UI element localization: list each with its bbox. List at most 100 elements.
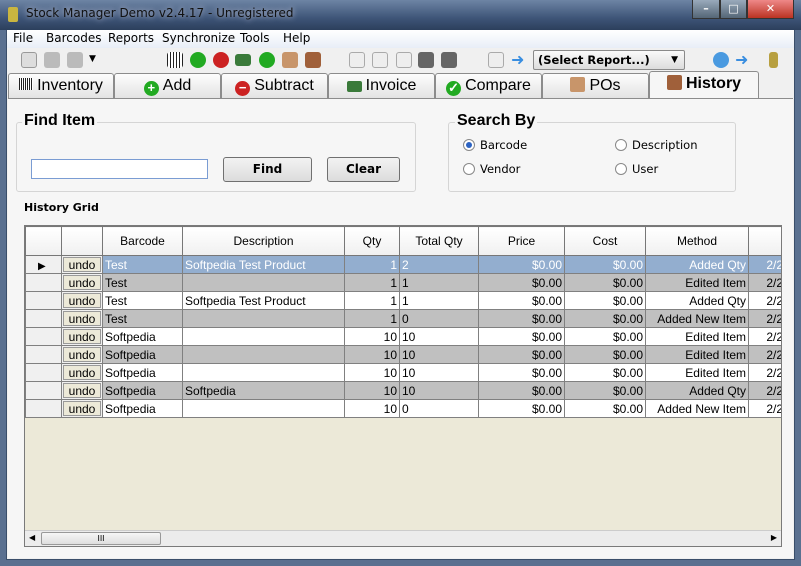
- table-row[interactable]: undo Softpedia Softpedia 10 10 $0.00 $0.00 Adde…: [25, 381, 781, 400]
- cell-date[interactable]: 2/2: [748, 345, 781, 364]
- tab-add[interactable]: + Add: [114, 73, 221, 98]
- radio-user[interactable]: User: [615, 162, 658, 176]
- tab-inventory[interactable]: Inventory: [8, 73, 114, 98]
- cell-total[interactable]: 2: [399, 255, 479, 274]
- cell-description[interactable]: Softpedia Test Product: [182, 291, 345, 310]
- cell-barcode[interactable]: Softpedia: [102, 381, 183, 400]
- cell-cost[interactable]: $0.00: [564, 363, 646, 382]
- table-row[interactable]: undo Test 1 0 $0.00 $0.00 Added New Item 2/2: [25, 309, 781, 328]
- cell-price[interactable]: $0.00: [478, 345, 565, 364]
- column-header[interactable]: Cost: [564, 226, 646, 256]
- column-header[interactable]: Total Qty: [399, 226, 479, 256]
- cell-qty[interactable]: 1: [344, 309, 400, 328]
- cell-method[interactable]: Edited Item: [645, 345, 749, 364]
- cell-barcode[interactable]: Test: [102, 291, 183, 310]
- device-icon[interactable]: [769, 52, 778, 68]
- cell-cost[interactable]: $0.00: [564, 381, 646, 400]
- cell-price[interactable]: $0.00: [478, 327, 565, 346]
- table-row[interactable]: undo Test Softpedia Test Product 1 1 $0.00 $0.…: [25, 291, 781, 310]
- cell-cost[interactable]: $0.00: [564, 309, 646, 328]
- undo-button[interactable]: undo: [63, 293, 101, 308]
- cell-barcode[interactable]: Softpedia: [102, 399, 183, 418]
- column-header[interactable]: [748, 226, 781, 256]
- cell-total[interactable]: 1: [399, 291, 479, 310]
- database-export-icon[interactable]: [67, 52, 83, 68]
- cell-qty[interactable]: 1: [344, 273, 400, 292]
- table-row[interactable]: undo Test 1 1 $0.00 $0.00 Edited Item 2/2: [25, 273, 781, 292]
- cell-qty[interactable]: 1: [344, 255, 400, 274]
- find-item-input[interactable]: [31, 159, 208, 179]
- cascade-icon[interactable]: [372, 52, 388, 68]
- menu-reports[interactable]: Reports: [108, 31, 154, 45]
- undo-button[interactable]: undo: [63, 311, 101, 326]
- cell-description[interactable]: [182, 309, 345, 328]
- cell-description[interactable]: Softpedia: [182, 381, 345, 400]
- undo-button[interactable]: undo: [63, 257, 101, 272]
- cell-total[interactable]: 10: [399, 381, 479, 400]
- arrow-right-icon[interactable]: ➜: [511, 50, 524, 69]
- cell-barcode[interactable]: Softpedia: [102, 363, 183, 382]
- row-header[interactable]: [25, 345, 62, 364]
- undo-button[interactable]: undo: [63, 401, 101, 416]
- cell-method[interactable]: Added Qty: [645, 291, 749, 310]
- tab-history[interactable]: History: [649, 71, 759, 99]
- radio-barcode[interactable]: Barcode: [463, 138, 527, 152]
- column-header[interactable]: Barcode: [102, 226, 183, 256]
- add-icon[interactable]: [190, 52, 206, 68]
- cell-date[interactable]: 2/2: [748, 327, 781, 346]
- cell-method[interactable]: Added Qty: [645, 381, 749, 400]
- row-header[interactable]: [25, 291, 62, 310]
- cell-qty[interactable]: 10: [344, 345, 400, 364]
- minimize-button[interactable]: –: [692, 0, 720, 19]
- cell-cost[interactable]: $0.00: [564, 291, 646, 310]
- column-header[interactable]: Qty: [344, 226, 400, 256]
- list-icon[interactable]: [21, 52, 37, 68]
- row-header[interactable]: [25, 327, 62, 346]
- menu-barcodes[interactable]: Barcodes: [46, 31, 101, 45]
- scroll-right-icon[interactable]: ▶: [771, 533, 777, 542]
- cell-total[interactable]: 1: [399, 273, 479, 292]
- cell-method[interactable]: Edited Item: [645, 363, 749, 382]
- cell-price[interactable]: $0.00: [478, 273, 565, 292]
- cell-price[interactable]: $0.00: [478, 291, 565, 310]
- print-icon[interactable]: [418, 52, 434, 68]
- cell-barcode[interactable]: Test: [102, 309, 183, 328]
- cell-cost[interactable]: $0.00: [564, 345, 646, 364]
- maximize-button[interactable]: □: [720, 0, 747, 19]
- cell-price[interactable]: $0.00: [478, 309, 565, 328]
- row-header[interactable]: [25, 273, 62, 292]
- radio-description[interactable]: Description: [615, 138, 698, 152]
- column-header[interactable]: Description: [182, 226, 345, 256]
- cell-total[interactable]: 10: [399, 327, 479, 346]
- undo-button[interactable]: undo: [63, 383, 101, 398]
- report-select[interactable]: (Select Report...) ▼: [533, 50, 685, 70]
- tab-pos[interactable]: POs: [542, 73, 649, 98]
- purchase-order-icon[interactable]: [282, 52, 298, 68]
- cell-qty[interactable]: 10: [344, 399, 400, 418]
- table-row[interactable]: undo Softpedia 10 0 $0.00 $0.00 Added New Item…: [25, 399, 781, 418]
- cell-date[interactable]: 2/2: [748, 381, 781, 400]
- cell-description[interactable]: [182, 345, 345, 364]
- cell-qty[interactable]: 10: [344, 363, 400, 382]
- cell-date[interactable]: 2/2: [748, 273, 781, 292]
- horizontal-scrollbar[interactable]: ◀ III ▶: [25, 530, 781, 546]
- undo-button[interactable]: undo: [63, 347, 101, 362]
- invoice-icon[interactable]: [235, 54, 251, 66]
- row-header[interactable]: [25, 309, 62, 328]
- cell-price[interactable]: $0.00: [478, 363, 565, 382]
- print-export-icon[interactable]: [441, 52, 457, 68]
- table-row[interactable]: undo Softpedia 10 10 $0.00 $0.00 Edited Item 2/…: [25, 345, 781, 364]
- cell-date[interactable]: 2/2: [748, 399, 781, 418]
- cell-description[interactable]: [182, 327, 345, 346]
- cell-price[interactable]: $0.00: [478, 381, 565, 400]
- cell-method[interactable]: Added New Item: [645, 399, 749, 418]
- cell-total[interactable]: 0: [399, 309, 479, 328]
- undo-button[interactable]: undo: [63, 329, 101, 344]
- row-header[interactable]: [25, 381, 62, 400]
- menu-help[interactable]: Help: [283, 31, 310, 45]
- scroll-left-icon[interactable]: ◀: [29, 533, 35, 542]
- tab-compare[interactable]: ✓ Compare: [435, 73, 542, 98]
- cell-method[interactable]: Added Qty: [645, 255, 749, 274]
- cell-method[interactable]: Edited Item: [645, 327, 749, 346]
- new-window-icon[interactable]: [396, 52, 412, 68]
